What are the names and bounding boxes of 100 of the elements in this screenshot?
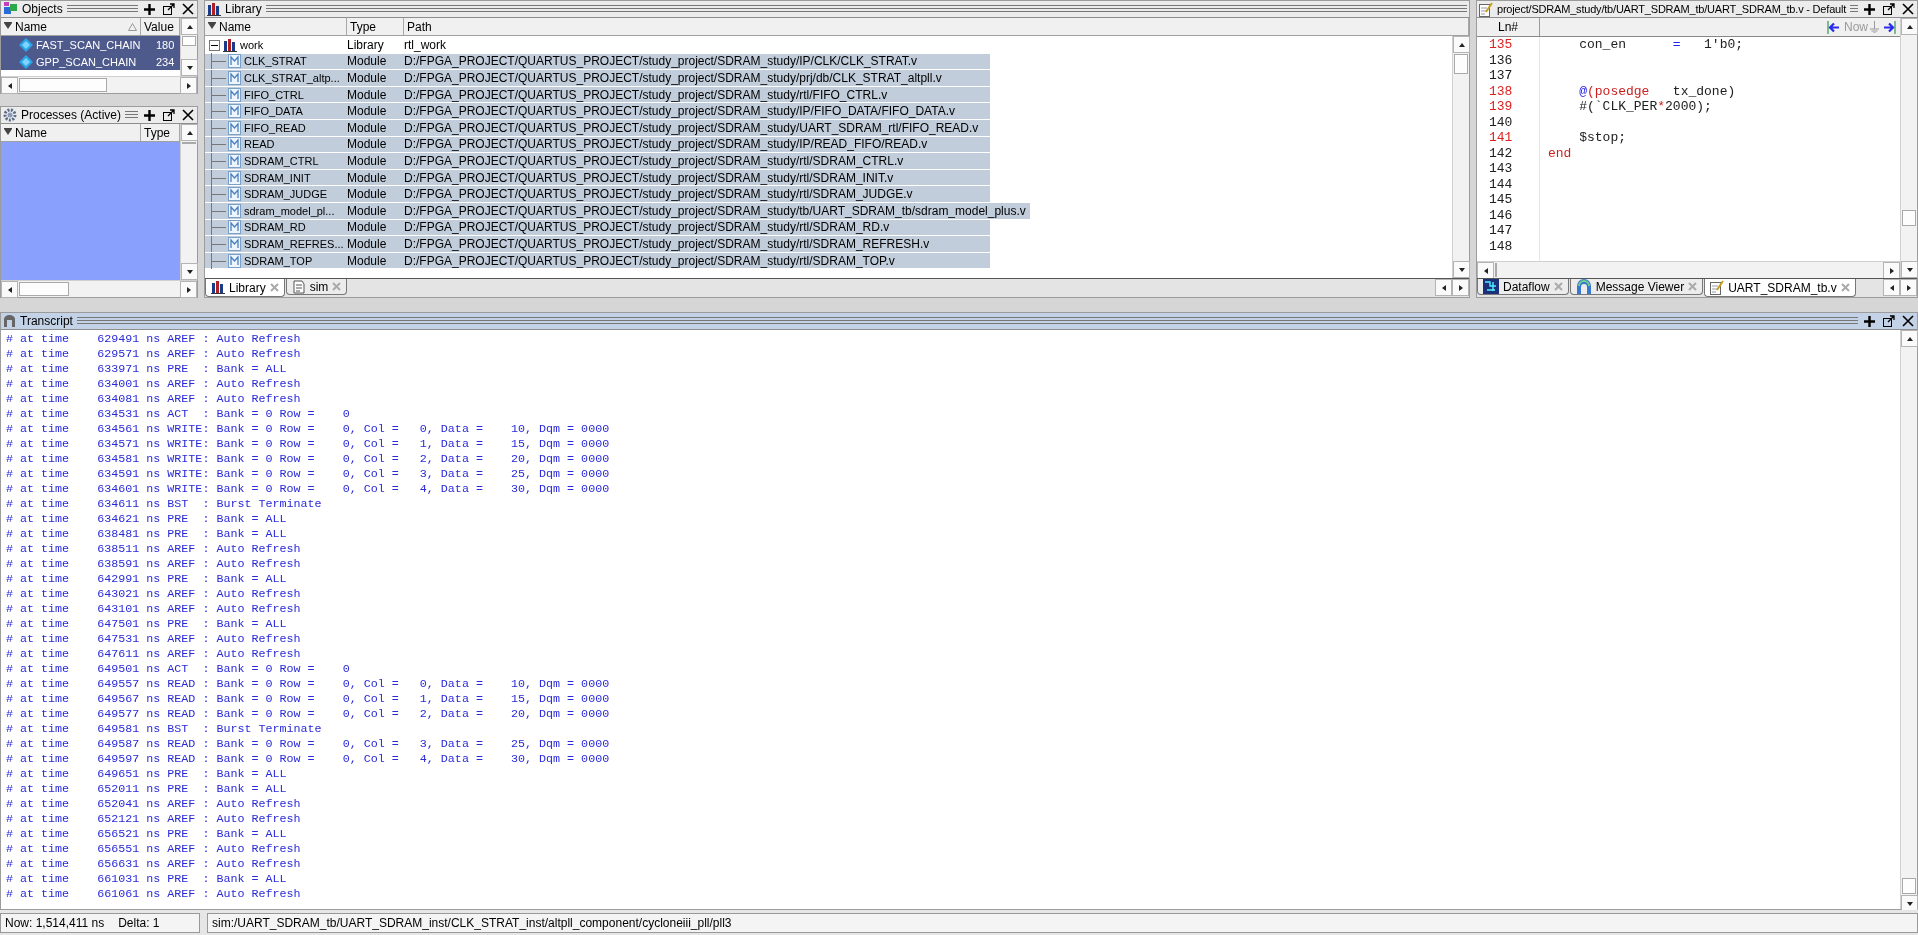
transcript-line: # at time 634591 ns WRITE: Bank = 0 Row = 0, Col = 3, Data = 25, Dqm = 0000 — [6, 467, 611, 482]
module-type: Module — [347, 71, 388, 85]
panel-tab[interactable]: sim — [285, 279, 348, 295]
transcript-line: # at time 634581 ns WRITE: Bank = 0 Row = 0, Col = 2, Data = 20, Dqm = 0000 — [6, 452, 611, 467]
transcript-line: # at time 652121 ns AREF : Auto Refresh — [6, 812, 302, 827]
line-number: 143 — [1488, 161, 1514, 177]
module-name: SDRAM_RD — [244, 221, 306, 234]
transcript-line: # at time 647611 ns AREF : Auto Refresh — [6, 647, 302, 662]
transcript-line: # at time 634001 ns AREF : Auto Refresh — [6, 377, 302, 392]
transcript-line: # at time 649501 ns ACT : Bank = 0 Row = 0 — [6, 662, 351, 677]
transcript-line: # at time 649597 ns READ : Bank = 0 Row = 0, Col = 4, Data = 30, Dqm = 0000 — [6, 752, 611, 767]
transcript-line: # at time 629571 ns AREF : Auto Refresh — [6, 347, 302, 362]
transcript-line: # at time 634611 ns BST : Burst Terminate — [6, 497, 323, 512]
module-row[interactable]: SDRAM_JUDGE Module D:/FPGA_PROJECT/QUARTUS_PROJECT/study_project/SDRAM_study/rtl/SDRAM_JUDGE.v — [205, 186, 990, 203]
line-number: 142 — [1488, 145, 1514, 161]
transcript-line: # at time 629491 ns AREF : Auto Refresh — [6, 332, 302, 347]
transcript-line: # at time 634531 ns ACT : Bank = 0 Row = 0 — [6, 407, 351, 422]
object-row[interactable]: GPP_SCAN_CHAIN 234 — [1, 53, 180, 70]
module-name: SDRAM_CTRL — [244, 154, 319, 167]
object-name: FAST_SCAN_CHAIN — [35, 38, 142, 51]
module-type: Module — [347, 220, 388, 235]
library-path: rtl_work — [404, 38, 446, 53]
line-number: 139 — [1488, 99, 1514, 115]
library-type: Library — [347, 38, 385, 53]
transcript-line: # at time 661031 ns PRE : Bank = ALL — [6, 872, 288, 887]
module-row[interactable]: FIFO_DATA Module D:/FPGA_PROJECT/QUARTUS_PROJECT/study_project/SDRAM_study/IP/FIFO_DATA/FIFO_DATA.v — [205, 103, 990, 120]
module-type: Module — [347, 203, 388, 218]
object-row[interactable]: FAST_SCAN_CHAIN 180 — [1, 36, 180, 53]
panel-tab[interactable]: Library — [205, 279, 285, 297]
module-name: READ — [244, 138, 275, 151]
code-line: $stop; — [1578, 130, 1626, 146]
transcript-line: # at time 642991 ns PRE : Bank = ALL — [6, 572, 288, 587]
transcript-line: # at time 649567 ns READ : Bank = 0 Row = 0, Col = 1, Data = 15, Dqm = 0000 — [6, 692, 611, 707]
module-path: D:/FPGA_PROJECT/QUARTUS_PROJECT/study_project/SDRAM_study/rtl/FIFO_CTRL.v — [404, 87, 888, 102]
column-header[interactable]: Path — [404, 18, 1469, 35]
delta-count: Delta: 1 — [118, 916, 160, 930]
column-header[interactable]: Type — [347, 18, 404, 35]
editor-tab[interactable]: UART_SDRAM_tb.v — [1704, 279, 1856, 297]
now-label: Now — [1844, 20, 1868, 34]
library-row[interactable]: work Library rtl_work — [205, 37, 990, 54]
code-line: @(posedge tx_done) — [1578, 83, 1736, 99]
object-value: 180 — [155, 38, 175, 51]
column-header[interactable]: Name — [1, 18, 141, 35]
line-number: 146 — [1488, 207, 1514, 223]
module-row[interactable]: CLK_STRAT Module D:/FPGA_PROJECT/QUARTUS_PROJECT/study_project/SDRAM_study/IP/CLK/CLK_STRAT.v — [205, 53, 990, 71]
transcript-line: # at time 634561 ns WRITE: Bank = 0 Row = 0, Col = 0, Data = 10, Dqm = 0000 — [6, 422, 611, 437]
transcript-line: # at time 656551 ns AREF : Auto Refresh — [6, 842, 302, 857]
panel-title: Objects — [22, 2, 63, 16]
module-name: sdram_model_pl... — [244, 204, 335, 217]
transcript-line: # at time 649581 ns BST : Burst Terminate — [6, 722, 323, 737]
module-path: D:/FPGA_PROJECT/QUARTUS_PROJECT/study_project/SDRAM_study/IP/READ_FIFO/READ.v — [404, 137, 928, 152]
module-name: SDRAM_JUDGE — [244, 188, 328, 201]
transcript-line: # at time 652041 ns AREF : Auto Refresh — [6, 797, 302, 812]
module-name: FIFO_CTRL — [244, 88, 304, 101]
module-name: CLK_STRAT_altp... — [244, 72, 340, 84]
module-path: D:/FPGA_PROJECT/QUARTUS_PROJECT/study_project/SDRAM_study/prj/db/CLK_STRAT_altpll.v — [404, 71, 942, 85]
object-value: 234 — [155, 55, 175, 68]
transcript-line: # at time 649587 ns READ : Bank = 0 Row = 0, Col = 3, Data = 25, Dqm = 0000 — [6, 737, 611, 752]
module-row[interactable]: CLK_STRAT_altp... Module D:/FPGA_PROJECT/QUARTUS_PROJECT/study_project/SDRAM_study/prj/db/CLK_STRAT_altpll.v — [205, 70, 990, 87]
module-path: D:/FPGA_PROJECT/QUARTUS_PROJECT/study_project/SDRAM_study/rtl/SDRAM_INIT.v — [404, 170, 894, 185]
transcript-line: # at time 634621 ns PRE : Bank = ALL — [6, 512, 288, 527]
editor-tab[interactable]: Dataflow — [1477, 279, 1569, 295]
module-type: Module — [347, 170, 388, 185]
module-name: FIFO_READ — [244, 121, 306, 134]
line-number: 147 — [1488, 223, 1514, 239]
instance-path: sim:/UART_SDRAM_tb/UART_SDRAM_inst/CLK_STRAT_inst/altpll_component/cycloneiii_pll/pll3 — [212, 916, 732, 930]
module-name: CLK_STRAT — [244, 55, 307, 68]
column-header[interactable]: Name — [1, 124, 141, 141]
module-name: SDRAM_INIT — [244, 171, 311, 184]
transcript-line: # at time 634081 ns AREF : Auto Refresh — [6, 392, 302, 407]
transcript-line: # at time 656631 ns AREF : Auto Refresh — [6, 857, 302, 872]
sim-time: Now: 1,514,411 ns — [5, 916, 105, 930]
transcript-line: # at time 638511 ns AREF : Auto Refresh — [6, 542, 302, 557]
module-name: SDRAM_REFRES... — [244, 237, 344, 250]
line-number: 144 — [1488, 176, 1514, 192]
module-row[interactable]: SDRAM_REFRES... Module D:/FPGA_PROJECT/QUARTUS_PROJECT/study_project/SDRAM_study/rtl/SDRAM_REFRESH.v — [205, 236, 990, 253]
line-number: 141 — [1488, 130, 1514, 146]
column-header[interactable]: Name — [205, 18, 347, 35]
module-type: Module — [347, 153, 388, 168]
transcript-line: # at time 634601 ns WRITE: Bank = 0 Row = 0, Col = 4, Data = 30, Dqm = 0000 — [6, 482, 611, 497]
module-type: Module — [347, 253, 388, 268]
editor-tab[interactable]: Message Viewer — [1569, 279, 1704, 295]
transcript-line: # at time 643021 ns AREF : Auto Refresh — [6, 587, 302, 602]
transcript-line: # at time 647501 ns PRE : Bank = ALL — [6, 617, 288, 632]
panel-title: Library — [225, 2, 262, 16]
transcript-line: # at time 633971 ns PRE : Bank = ALL — [6, 362, 288, 377]
transcript-line: # at time 656521 ns PRE : Bank = ALL — [6, 827, 288, 842]
panel-title: Transcript — [20, 314, 73, 328]
line-number: 135 — [1488, 37, 1514, 53]
transcript-line: # at time 638481 ns PRE : Bank = ALL — [6, 527, 288, 542]
column-header: Ln# — [1477, 18, 1540, 36]
module-path: D:/FPGA_PROJECT/QUARTUS_PROJECT/study_project/SDRAM_study/tb/UART_SDRAM_tb/sdram_model_plus.v — [404, 203, 1026, 218]
module-row[interactable]: SDRAM_CTRL Module D:/FPGA_PROJECT/QUARTUS_PROJECT/study_project/SDRAM_study/rtl/SDRAM_CTRL.v — [205, 153, 990, 170]
module-type: Module — [347, 187, 388, 202]
module-path: D:/FPGA_PROJECT/QUARTUS_PROJECT/study_project/SDRAM_study/IP/FIFO_DATA/FIFO_DATA.v — [404, 104, 955, 119]
module-path: D:/FPGA_PROJECT/QUARTUS_PROJECT/study_project/SDRAM_study/IP/CLK/CLK_STRAT.v — [404, 54, 918, 69]
transcript-line: # at time 661061 ns AREF : Auto Refresh — [6, 887, 302, 902]
transcript-line: # at time 652011 ns PRE : Bank = ALL — [6, 782, 288, 797]
module-path: D:/FPGA_PROJECT/QUARTUS_PROJECT/study_project/SDRAM_study/rtl/SDRAM_RD.v — [404, 220, 890, 235]
module-type: Module — [347, 87, 388, 102]
